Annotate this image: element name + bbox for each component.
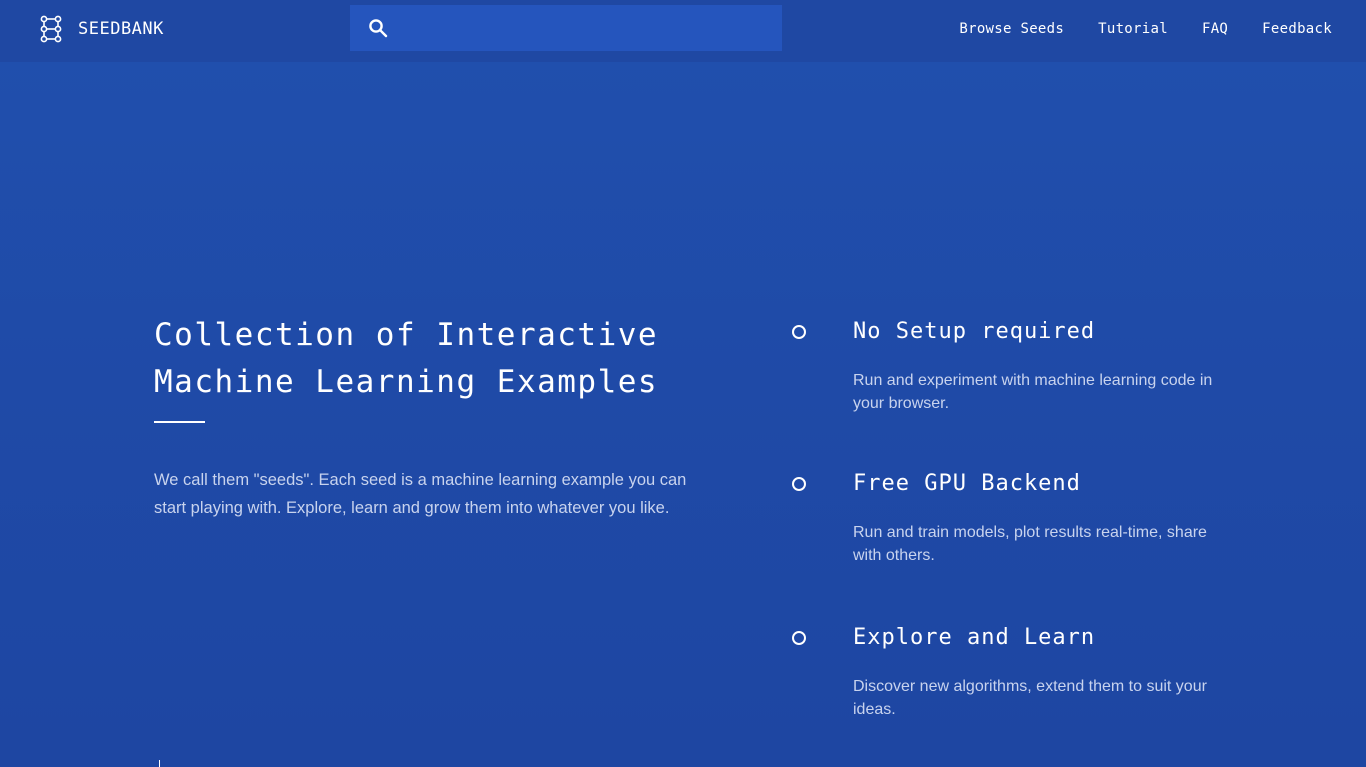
feature-description: Discover new algorithms, extend them to … [853,678,1207,718]
hero-description: We call them "seeds". Each seed is a mac… [154,471,687,517]
feature-description: Run and train models, plot results real-… [853,524,1207,564]
feature-title: Explore and Learn [853,625,1096,650]
nav-feedback[interactable]: Feedback [1262,19,1332,39]
main-nav: Browse Seeds Tutorial FAQ Feedback [925,19,1332,39]
brand-link[interactable]: SEEDBANK [40,14,164,44]
circle-bullet-icon [792,477,806,491]
hero-title-line-2: Machine Learning Examples [154,364,659,400]
nav-tutorial[interactable]: Tutorial [1098,19,1168,39]
search-input[interactable] [400,12,782,44]
top-navigation-bar: SEEDBANK Browse Seeds Tutorial FAQ Feedb… [0,0,1366,62]
hero-title: Collection of Interactive Machine Learnin… [154,312,754,406]
page: SEEDBANK Browse Seeds Tutorial FAQ Feedb… [0,0,1366,767]
nav-browse-seeds[interactable]: Browse Seeds [959,19,1064,39]
feature-title: Free GPU Backend [853,471,1081,496]
feature-title: No Setup required [853,319,1096,344]
feature-description: Run and experiment with machine learning… [853,372,1213,412]
hero-divider [154,421,205,423]
search-bar[interactable] [350,5,782,51]
scroll-indicator [159,760,160,767]
nav-faq[interactable]: FAQ [1202,19,1228,39]
seed-network-icon [40,15,62,43]
search-icon[interactable] [368,18,388,38]
circle-bullet-icon [792,631,806,645]
brand-name: SEEDBANK [78,19,164,39]
circle-bullet-icon [792,325,806,339]
hero-title-line-1: Collection of Interactive [154,317,659,353]
